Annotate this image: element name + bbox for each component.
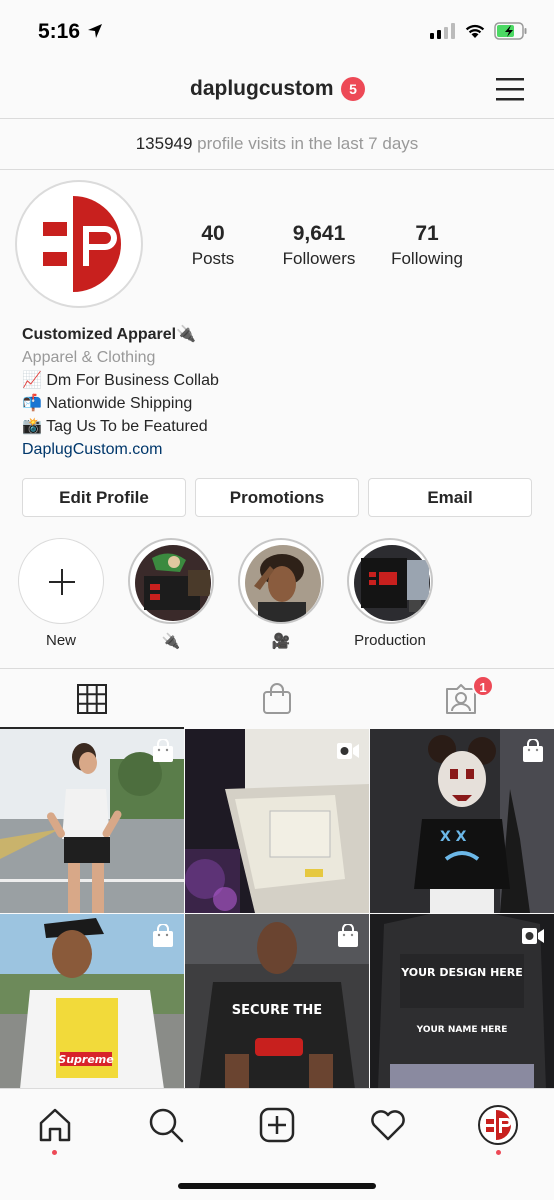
home-activity-dot	[52, 1150, 57, 1155]
home-icon[interactable]	[35, 1105, 75, 1145]
visits-text: profile visits in the last 7 days	[197, 134, 419, 153]
heart-icon[interactable]	[368, 1105, 408, 1145]
shopping-bag-icon	[153, 739, 173, 762]
profile-bio: Customized Apparel🔌 Apparel & Clothing 📈…	[22, 323, 542, 461]
brand-logo	[25, 190, 133, 298]
highlight-new[interactable]: New	[18, 538, 104, 649]
your-name-text: YOUR NAME HERE	[416, 1025, 508, 1035]
profile-avatar[interactable]	[15, 180, 143, 308]
tagged-count-badge: 1	[472, 675, 494, 697]
profile-category: Apparel & Clothing	[22, 349, 156, 366]
your-design-text: YOUR DESIGN HERE	[400, 966, 523, 979]
shopping-bag-icon	[523, 739, 543, 762]
highlight-plug[interactable]: 🔌	[128, 538, 214, 650]
post-thumbnail[interactable]: Supreme	[0, 914, 184, 1098]
followers-label: Followers	[282, 249, 356, 268]
edit-profile-button[interactable]: Edit Profile	[22, 478, 186, 517]
following-count: 71	[415, 222, 439, 245]
highlight-cover-image	[135, 545, 211, 621]
new-post-icon[interactable]	[257, 1105, 297, 1145]
secure-the-text: SECURE THE	[232, 1003, 322, 1018]
highlight-production[interactable]: Production	[347, 538, 433, 649]
svg-text:X X: X X	[440, 829, 467, 845]
supreme-box-logo: Supreme	[58, 1053, 114, 1066]
followers-count: 9,641	[292, 222, 346, 245]
profile-activity-dot	[496, 1150, 501, 1155]
bio-line: 📸 Tag Us To be Featured	[22, 418, 208, 435]
new-highlight-circle[interactable]	[18, 538, 104, 624]
location-arrow-icon	[88, 24, 102, 38]
highlight-cover	[347, 538, 433, 624]
post-thumbnail[interactable]: X X	[370, 729, 554, 913]
highlight-video[interactable]: 🎥	[238, 538, 324, 650]
search-icon[interactable]	[146, 1105, 186, 1145]
highlight-label: Production	[354, 632, 426, 649]
home-indicator[interactable]	[178, 1183, 376, 1189]
posts-label: Posts	[191, 249, 235, 268]
highlight-label: New	[45, 632, 76, 649]
status-bar: 5:16	[0, 0, 554, 64]
post-thumbnail[interactable]: SECURE THE	[185, 914, 369, 1098]
highlight-cover	[128, 538, 214, 624]
post-thumbnail[interactable]	[185, 729, 369, 913]
plus-icon	[49, 569, 75, 595]
shopping-bag-icon	[338, 924, 358, 947]
post-thumbnail[interactable]	[0, 729, 184, 913]
notification-badge[interactable]: 5	[341, 77, 365, 101]
profile-display-name: Customized Apparel🔌	[22, 326, 197, 343]
profile-avatar-icon[interactable]	[478, 1105, 518, 1145]
shopping-bag-icon[interactable]	[262, 683, 292, 715]
profile-tabs: 1	[0, 668, 554, 729]
profile-header: daplugcustom 5	[0, 64, 554, 118]
wifi-icon	[465, 24, 485, 38]
post-thumbnail[interactable]: YOUR DESIGN HERE YOUR NAME HERE	[370, 914, 554, 1098]
highlight-cover-image	[245, 545, 321, 622]
cellular-signal-icon	[430, 23, 455, 39]
grid-view-icon[interactable]	[77, 684, 107, 714]
battery-charging-icon	[494, 22, 527, 40]
visits-count: 135949	[135, 134, 193, 153]
highlight-label: 🎥	[271, 633, 291, 650]
video-camera-icon	[337, 743, 359, 759]
video-camera-icon	[522, 928, 544, 944]
stat-following[interactable]: 71 Following	[385, 222, 469, 269]
bio-line: 📬 Nationwide Shipping	[22, 395, 193, 412]
highlight-cover	[238, 538, 324, 624]
posts-count: 40	[201, 222, 225, 245]
profile-website-link[interactable]: DaplugCustom.com	[22, 438, 542, 461]
following-label: Following	[391, 249, 463, 268]
profile-username[interactable]: daplugcustom	[190, 77, 334, 101]
promotions-button[interactable]: Promotions	[195, 478, 359, 517]
profile-visits-banner[interactable]: 135949 profile visits in the last 7 days	[0, 118, 554, 170]
hamburger-menu-icon[interactable]	[495, 76, 525, 102]
email-button[interactable]: Email	[368, 478, 532, 517]
highlight-cover-image	[354, 545, 430, 621]
status-time: 5:16	[38, 20, 81, 43]
bio-line: 📈 Dm For Business Collab	[22, 372, 219, 389]
shopping-bag-icon	[153, 924, 173, 947]
stat-posts[interactable]: 40 Posts	[182, 222, 244, 269]
post-grid: X X Supreme SECURE THE YOUR DESIGN HERE …	[0, 729, 554, 1089]
highlight-label: 🔌	[161, 633, 181, 650]
stat-followers[interactable]: 9,641 Followers	[276, 222, 362, 269]
